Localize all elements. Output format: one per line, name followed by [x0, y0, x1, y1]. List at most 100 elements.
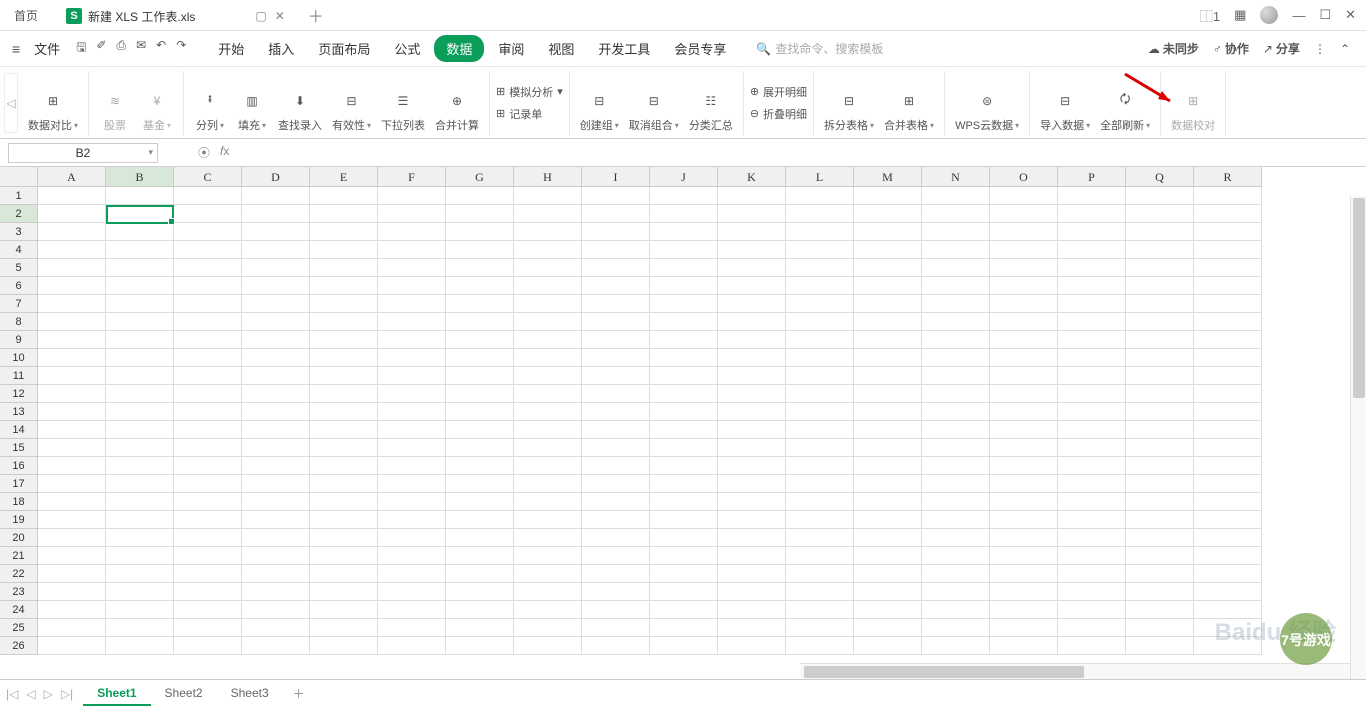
cell-H19[interactable] [514, 511, 582, 529]
cell-M7[interactable] [854, 295, 922, 313]
cell-F12[interactable] [378, 385, 446, 403]
cell-E21[interactable] [310, 547, 378, 565]
cell-R9[interactable] [1194, 331, 1262, 349]
cell-E3[interactable] [310, 223, 378, 241]
cell-N15[interactable] [922, 439, 990, 457]
cell-N12[interactable] [922, 385, 990, 403]
cell-G19[interactable] [446, 511, 514, 529]
cell-L26[interactable] [786, 637, 854, 655]
cell-F16[interactable] [378, 457, 446, 475]
cell-F1[interactable] [378, 187, 446, 205]
cell-M8[interactable] [854, 313, 922, 331]
cell-F25[interactable] [378, 619, 446, 637]
cell-E12[interactable] [310, 385, 378, 403]
preview-icon[interactable]: ✉ [134, 36, 148, 61]
cell-G11[interactable] [446, 367, 514, 385]
cell-K10[interactable] [718, 349, 786, 367]
cell-A13[interactable] [38, 403, 106, 421]
validate-button[interactable]: ⊟有效性 [328, 87, 375, 135]
cell-D19[interactable] [242, 511, 310, 529]
cell-Q22[interactable] [1126, 565, 1194, 583]
cell-E10[interactable] [310, 349, 378, 367]
cell-E20[interactable] [310, 529, 378, 547]
cell-K22[interactable] [718, 565, 786, 583]
row-header-15[interactable]: 15 [0, 439, 38, 457]
cell-E16[interactable] [310, 457, 378, 475]
cell-P23[interactable] [1058, 583, 1126, 601]
cell-C25[interactable] [174, 619, 242, 637]
cell-K26[interactable] [718, 637, 786, 655]
cell-C9[interactable] [174, 331, 242, 349]
cell-R11[interactable] [1194, 367, 1262, 385]
cell-H7[interactable] [514, 295, 582, 313]
cell-P5[interactable] [1058, 259, 1126, 277]
cell-I23[interactable] [582, 583, 650, 601]
cell-J11[interactable] [650, 367, 718, 385]
col-header-P[interactable]: P [1058, 167, 1126, 187]
cell-R3[interactable] [1194, 223, 1262, 241]
cell-D5[interactable] [242, 259, 310, 277]
cell-C20[interactable] [174, 529, 242, 547]
redo-icon[interactable]: ↷ [174, 36, 188, 61]
cell-B17[interactable] [106, 475, 174, 493]
cell-B5[interactable] [106, 259, 174, 277]
row-header-22[interactable]: 22 [0, 565, 38, 583]
cell-Q21[interactable] [1126, 547, 1194, 565]
cell-D24[interactable] [242, 601, 310, 619]
refresh-all-button[interactable]: 🗘全部刷新 [1096, 87, 1154, 135]
cell-C13[interactable] [174, 403, 242, 421]
cell-R13[interactable] [1194, 403, 1262, 421]
cell-I5[interactable] [582, 259, 650, 277]
cell-N11[interactable] [922, 367, 990, 385]
cell-K18[interactable] [718, 493, 786, 511]
cell-M24[interactable] [854, 601, 922, 619]
cell-A14[interactable] [38, 421, 106, 439]
record-form-button[interactable]: ⊞ 记录单 [496, 106, 563, 122]
cell-A20[interactable] [38, 529, 106, 547]
cell-K1[interactable] [718, 187, 786, 205]
cell-Q1[interactable] [1126, 187, 1194, 205]
cell-F5[interactable] [378, 259, 446, 277]
cell-K21[interactable] [718, 547, 786, 565]
cell-P4[interactable] [1058, 241, 1126, 259]
cell-F21[interactable] [378, 547, 446, 565]
cell-Q12[interactable] [1126, 385, 1194, 403]
cell-H9[interactable] [514, 331, 582, 349]
cell-B7[interactable] [106, 295, 174, 313]
cell-B9[interactable] [106, 331, 174, 349]
cell-R8[interactable] [1194, 313, 1262, 331]
dropdown-button[interactable]: ☰下拉列表 [377, 87, 429, 135]
cell-J15[interactable] [650, 439, 718, 457]
cell-K14[interactable] [718, 421, 786, 439]
cell-C15[interactable] [174, 439, 242, 457]
cell-H5[interactable] [514, 259, 582, 277]
row-header-12[interactable]: 12 [0, 385, 38, 403]
cell-Q7[interactable] [1126, 295, 1194, 313]
cell-K25[interactable] [718, 619, 786, 637]
sync-button[interactable]: ☁ 未同步 [1148, 40, 1199, 57]
tab-view[interactable]: 视图 [538, 35, 584, 62]
cell-D3[interactable] [242, 223, 310, 241]
cell-J6[interactable] [650, 277, 718, 295]
cell-K4[interactable] [718, 241, 786, 259]
cell-I1[interactable] [582, 187, 650, 205]
cell-P12[interactable] [1058, 385, 1126, 403]
sheet-tab-Sheet2[interactable]: Sheet2 [151, 682, 217, 706]
fill-button[interactable]: ▥填充 [232, 87, 272, 135]
cell-Q24[interactable] [1126, 601, 1194, 619]
cell-E11[interactable] [310, 367, 378, 385]
cell-L2[interactable] [786, 205, 854, 223]
cell-R17[interactable] [1194, 475, 1262, 493]
cell-D21[interactable] [242, 547, 310, 565]
cell-D8[interactable] [242, 313, 310, 331]
cell-D15[interactable] [242, 439, 310, 457]
cell-F17[interactable] [378, 475, 446, 493]
cell-O1[interactable] [990, 187, 1058, 205]
cell-I4[interactable] [582, 241, 650, 259]
cell-I6[interactable] [582, 277, 650, 295]
cell-J9[interactable] [650, 331, 718, 349]
cell-G4[interactable] [446, 241, 514, 259]
cell-N24[interactable] [922, 601, 990, 619]
cell-J13[interactable] [650, 403, 718, 421]
file-menu[interactable]: 文件 [28, 35, 66, 62]
